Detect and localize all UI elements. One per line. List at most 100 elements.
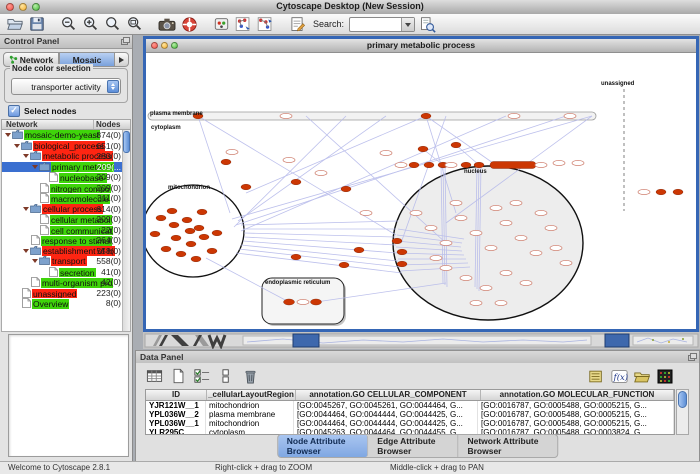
search-combo[interactable] (349, 17, 415, 32)
table-cell: [GO:0044464, GO:0044444, GO:0044425, G..… (294, 410, 478, 419)
import-attributes-icon[interactable] (586, 367, 606, 385)
tree-row[interactable]: primary metabol209(... (2, 162, 130, 173)
matrix-icon[interactable] (655, 367, 675, 385)
tree-row-node-count: 874(0) (96, 130, 121, 141)
tab-network-attribute-browser[interactable]: Network Attribute Browser (458, 435, 557, 457)
select-nodes-checkbox[interactable]: ✓ (8, 105, 20, 117)
status-zoom-hint: Right-click + drag to ZOOM (215, 463, 312, 472)
open-attribute-file-icon[interactable] (632, 367, 652, 385)
tree-row[interactable]: multi-organism pro42(0) (2, 277, 130, 288)
table-scrollbar[interactable] (676, 389, 689, 435)
tab-node-attribute-browser[interactable]: Node Attribute Browser (278, 435, 369, 457)
network-graph[interactable] (146, 53, 696, 329)
open-file-icon[interactable] (5, 15, 25, 33)
merge-network-icon[interactable] (255, 15, 275, 33)
table-row[interactable]: YJR121W__1mitochondrion[GO:0045267, GO:0… (146, 401, 674, 410)
tree-row[interactable]: nitrogen compo209(0) (2, 183, 130, 194)
table-cell: plasma membrane (206, 410, 294, 419)
status-bar: Welcome to Cytoscape 2.8.1 Right-click +… (0, 461, 700, 474)
modify-network-icon[interactable] (233, 15, 253, 33)
folder-icon (30, 204, 41, 215)
tree-row[interactable]: macromolecule311(0) (2, 193, 130, 204)
node-color-dropdown[interactable]: transporter activity (11, 78, 121, 95)
expand-arrow-icon[interactable] (14, 144, 20, 148)
formula-builder-icon[interactable]: f(x) (609, 367, 629, 385)
column-header[interactable]: annotation.GO MOLECULAR_FUNCTION (481, 390, 674, 400)
expand-arrow-icon[interactable] (23, 207, 29, 211)
network-window-titlebar[interactable]: primary metabolic process (146, 39, 696, 53)
folder-icon (39, 256, 50, 267)
tree-row[interactable]: unassigned223(0) (2, 288, 130, 299)
tree-row-node-count: 209(0) (96, 172, 121, 183)
expand-arrow-icon[interactable] (23, 249, 29, 253)
node-color-selection-label: Node color selection (10, 64, 93, 73)
save-session-icon[interactable] (27, 15, 47, 33)
tree-row[interactable]: Overview8(0) (2, 298, 130, 309)
create-attribute-icon[interactable] (168, 367, 188, 385)
control-panel-header: Control Panel (0, 35, 132, 49)
zoom-fit-icon[interactable] (103, 15, 123, 33)
tree-row[interactable]: establishment of lo558(0) (2, 246, 130, 257)
annotation-form-icon[interactable] (287, 15, 307, 33)
column-header[interactable]: annotation.GO CELLULAR_COMPONENT (296, 390, 481, 400)
select-attributes-icon[interactable] (192, 367, 212, 385)
snapshot-camera-icon[interactable] (157, 15, 177, 33)
tab-overflow-button[interactable] (115, 52, 129, 67)
data-panel: Data Panel f(x) ID_cellularLayoutRe (135, 350, 700, 462)
compartment-label-plasma-membrane: plasma membrane (150, 111, 203, 117)
folder-icon (39, 162, 50, 173)
expand-arrow-icon[interactable] (5, 133, 11, 137)
network-view-window[interactable]: primary metabolic process (143, 36, 699, 332)
table-row[interactable]: YPL036W__2plasma membrane[GO:0044464, GO… (146, 410, 674, 419)
zoom-out-icon[interactable] (59, 15, 79, 33)
expand-arrow-icon[interactable] (32, 165, 38, 169)
folder-icon (12, 130, 23, 141)
app-titlebar: Cytoscape Desktop (New Session) (0, 0, 700, 15)
unselect-attributes-icon[interactable] (216, 367, 236, 385)
tree-row[interactable]: metabolic process280(0) (2, 151, 130, 162)
search-dropdown-icon[interactable] (401, 18, 414, 31)
table-header-row: ID_cellularLayoutRegionannotation.GO CEL… (146, 390, 674, 401)
tree-row-node-count: 22(0) (101, 225, 121, 236)
expand-arrow-icon[interactable] (32, 259, 38, 263)
tab-edge-attribute-browser[interactable]: Edge Attribute Browser (368, 435, 458, 457)
attribute-table[interactable]: ID_cellularLayoutRegionannotation.GO CEL… (145, 389, 675, 435)
tree-row-node-count: 209(... (97, 162, 121, 173)
mdi-desktop: primary metabolic process (134, 35, 700, 462)
tree-row-node-count: 41(0) (101, 267, 121, 278)
document-icon (31, 277, 40, 288)
tree-row[interactable]: cellular metabol209(0) (2, 214, 130, 225)
network-canvas[interactable]: plasma membrane cytoplasm mitochondrion … (146, 53, 696, 329)
tree-row[interactable]: nucleobase-209(0) (2, 172, 130, 183)
tree-row[interactable]: cellular process614(0) (2, 204, 130, 215)
tree-row[interactable]: transport558(0) (2, 256, 130, 267)
tree-row[interactable]: secretion41(0) (2, 267, 130, 278)
search-input[interactable] (351, 18, 401, 31)
tree-column-network[interactable]: Network (2, 120, 94, 129)
document-icon (40, 183, 49, 194)
attribute-table-icon[interactable] (144, 367, 164, 385)
zoom-selected-region-icon[interactable] (125, 15, 145, 33)
expand-arrow-icon[interactable] (23, 154, 29, 158)
tree-row[interactable]: mosaic-demo-yeast874(0) (2, 130, 130, 141)
tree-column-nodes[interactable]: Nodes (94, 120, 130, 129)
table-row[interactable]: YPL036W__1mitochondrion[GO:0044464, GO:0… (146, 419, 674, 428)
cytopanel-icon[interactable] (211, 15, 231, 33)
enhanced-search-icon[interactable] (417, 15, 437, 33)
float-panel-icon[interactable] (688, 353, 696, 360)
tree-scrollbar[interactable] (122, 130, 130, 331)
tree-row[interactable]: biological_process651(0) (2, 141, 130, 152)
document-icon (40, 214, 49, 225)
float-panel-icon[interactable] (121, 37, 129, 44)
dropdown-stepper-icon[interactable] (107, 80, 119, 93)
tree-row[interactable]: cell communicat22(0) (2, 225, 130, 236)
tree-row[interactable]: response to stimul264(0) (2, 235, 130, 246)
data-panel-body: f(x) ID_cellularLayoutRegionannotation.G… (136, 363, 699, 461)
birds-eye-view[interactable] (8, 334, 129, 457)
delete-attribute-trash-icon[interactable] (240, 367, 260, 385)
compartment-label-unassigned: unassigned (601, 81, 634, 87)
zoom-in-icon[interactable] (81, 15, 101, 33)
column-header[interactable]: ID (146, 390, 207, 400)
help-lifering-icon[interactable] (179, 15, 199, 33)
column-header[interactable]: _cellularLayoutRegion (207, 390, 296, 400)
